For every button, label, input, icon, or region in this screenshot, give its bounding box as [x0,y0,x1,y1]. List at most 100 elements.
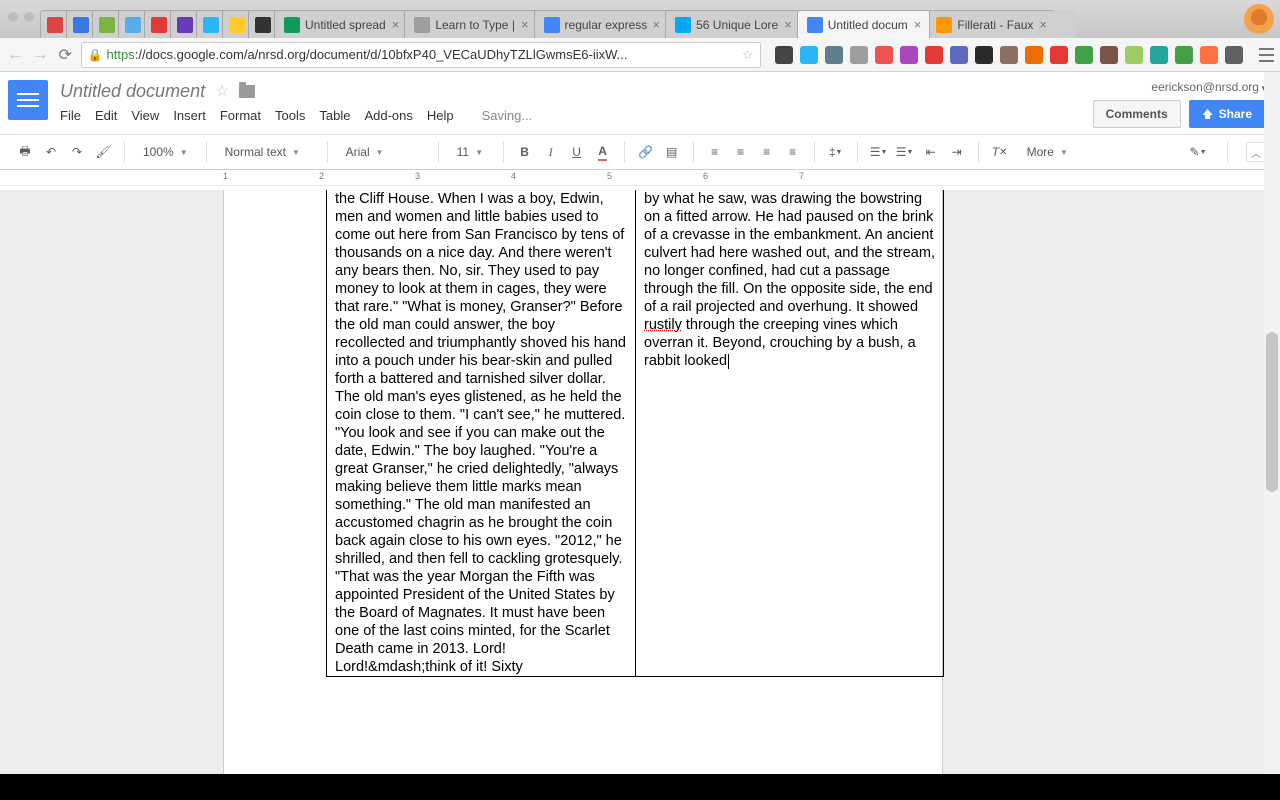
tab-label: 56 Unique Lore [696,18,778,32]
bulleted-list-icon[interactable]: ☰▼ [894,141,916,163]
menu-help[interactable]: Help [427,108,454,123]
body-text: through the creeping vines which overran… [644,317,916,369]
undo-icon[interactable]: ↶ [40,141,62,163]
zoom-dropdown[interactable]: 100%▼ [135,140,196,164]
zoom-value: 100% [143,145,174,159]
menu-insert[interactable]: Insert [173,108,206,123]
italic-icon[interactable]: I [540,141,562,163]
outdent-icon[interactable]: ⇤ [920,141,942,163]
star-icon[interactable]: ☆ [215,81,229,101]
doc-title[interactable]: Untitled document [60,81,205,102]
menu-edit[interactable]: Edit [95,108,117,123]
close-icon[interactable]: × [392,17,400,32]
docs-logo-icon[interactable] [8,80,48,120]
folder-icon[interactable] [239,85,255,98]
comment-icon[interactable]: ▤ [661,141,683,163]
collapse-toolbar-icon[interactable]: ︿ [1246,142,1266,162]
saving-status: Saving... [482,108,533,123]
menu-table[interactable]: Table [319,108,350,123]
align-justify-icon[interactable]: ≡ [782,141,804,163]
clear-format-icon[interactable]: T✕ [989,141,1011,163]
line-spacing-icon[interactable]: ‡▼ [825,141,847,163]
chrome-menu-icon[interactable] [1259,48,1274,62]
ext-icon[interactable] [775,46,793,64]
close-icon[interactable]: × [784,17,792,32]
ext-icon[interactable] [1075,46,1093,64]
reload-icon[interactable]: ⟳ [56,44,75,66]
bold-icon[interactable]: B [514,141,536,163]
tab-lorem[interactable]: 56 Unique Lore × [665,10,801,38]
ext-icon[interactable] [875,46,893,64]
close-icon[interactable]: × [1039,17,1047,32]
ext-icon[interactable] [800,46,818,64]
ruler-mark: 6 [703,171,708,181]
user-email[interactable]: eerickson@nrsd.org [1151,80,1266,94]
page[interactable]: the Cliff House. When I was a boy, Edwin… [223,190,943,800]
table[interactable]: the Cliff House. When I was a boy, Edwin… [326,190,944,677]
ext-icon[interactable] [1100,46,1118,64]
ext-icon[interactable] [1125,46,1143,64]
spell-error: rustily [644,317,682,333]
ext-icon[interactable] [1150,46,1168,64]
text-color-icon[interactable]: A [592,141,614,163]
ext-icon[interactable] [1050,46,1068,64]
table-cell-right[interactable]: by what he saw, was drawing the bowstrin… [635,190,943,676]
new-tab-button[interactable] [1052,10,1076,38]
ext-icon[interactable] [1025,46,1043,64]
back-icon[interactable]: ← [6,44,25,66]
numbered-list-icon[interactable]: ☰▼ [868,141,890,163]
forward-icon[interactable]: → [31,44,50,66]
close-icon[interactable]: × [653,17,661,32]
ext-icon[interactable] [900,46,918,64]
editing-mode-icon[interactable]: ✎▼ [1187,141,1209,163]
ext-icon[interactable] [1000,46,1018,64]
font-dropdown[interactable]: Arial▼ [338,140,428,164]
ext-icon[interactable] [1200,46,1218,64]
ext-icon[interactable] [825,46,843,64]
style-dropdown[interactable]: Normal text▼ [217,140,317,164]
close-icon[interactable]: × [521,17,529,32]
tab-fillerati[interactable]: Fillerati - Faux× [926,10,1056,38]
ext-icon[interactable] [925,46,943,64]
ext-icon[interactable] [975,46,993,64]
menu-tools[interactable]: Tools [275,108,305,123]
menu-format[interactable]: Format [220,108,261,123]
link-icon[interactable]: 🔗 [635,141,657,163]
table-cell-left[interactable]: the Cliff House. When I was a boy, Edwin… [327,190,635,676]
url-input[interactable]: 🔒 https://docs.google.com/a/nrsd.org/doc… [81,42,761,68]
ext-icon[interactable] [1225,46,1243,64]
ext-icon[interactable] [850,46,868,64]
ext-icon[interactable] [950,46,968,64]
indent-icon[interactable]: ⇥ [946,141,968,163]
ruler-mark: 5 [607,171,612,181]
redo-icon[interactable]: ↷ [66,141,88,163]
more-dropdown[interactable]: More▼ [1019,140,1076,164]
align-right-icon[interactable]: ≡ [756,141,778,163]
bookmark-star-icon[interactable]: ☆ [742,47,754,63]
tab-regex[interactable]: regular express× [534,10,670,38]
size-value: 11 [457,145,469,159]
share-button[interactable]: Share [1189,100,1266,128]
comments-button[interactable]: Comments [1093,100,1181,128]
editor-surface[interactable]: the Cliff House. When I was a boy, Edwin… [0,190,1264,800]
style-value: Normal text [225,145,286,159]
text-cursor [728,354,729,369]
tab-learn[interactable]: Learn to Type |× [404,10,537,38]
scrollbar-thumb[interactable] [1266,332,1278,492]
align-left-icon[interactable]: ≡ [704,141,726,163]
vertical-scrollbar[interactable] [1264,72,1280,800]
tab-sheets[interactable]: Untitled spread× [274,10,408,38]
menu-addons[interactable]: Add-ons [364,108,412,123]
close-icon[interactable]: × [914,17,922,32]
menu-file[interactable]: File [60,108,81,123]
ext-icon[interactable] [1175,46,1193,64]
ruler[interactable]: 1 2 3 4 5 6 7 [0,170,1280,186]
fontsize-dropdown[interactable]: 11▼ [449,140,493,164]
print-icon[interactable]: 🖶 [14,141,36,163]
tab-docs-active[interactable]: Untitled docum× [797,10,931,38]
profile-avatar[interactable] [1244,4,1274,34]
underline-icon[interactable]: U [566,141,588,163]
menu-view[interactable]: View [131,108,159,123]
paint-format-icon[interactable]: 🖌 [92,141,114,163]
align-center-icon[interactable]: ≡ [730,141,752,163]
